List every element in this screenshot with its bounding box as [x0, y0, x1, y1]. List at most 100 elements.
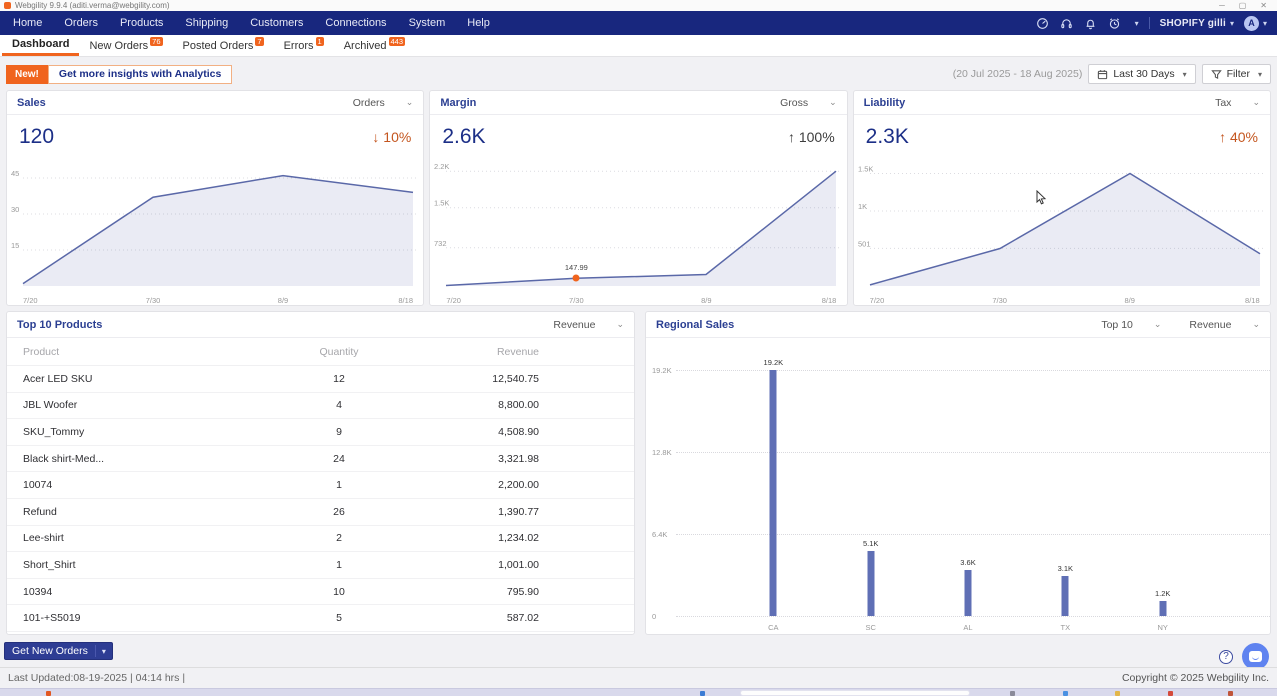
table-row[interactable]: Refund261,390.77 [7, 499, 634, 526]
bottom-row: Top 10 Products Revenue⌄ Product Quantit… [6, 311, 1271, 635]
cell-product: 10394 [23, 586, 254, 598]
cell-quantity: 2 [254, 532, 424, 544]
cell-product: Refund [23, 506, 254, 518]
tab-new-orders[interactable]: New Orders76 [79, 35, 172, 56]
cell-revenue: 1,001.00 [424, 559, 634, 571]
top-products-selector[interactable]: Revenue⌄ [553, 319, 624, 331]
taskbar-icon[interactable] [1115, 691, 1120, 696]
bar-ca[interactable] [770, 370, 777, 616]
tab-label: New Orders [89, 40, 148, 52]
svg-text:30: 30 [11, 205, 19, 214]
taskbar-icon[interactable] [1168, 691, 1173, 696]
get-new-orders-caret-icon[interactable]: ▾ [96, 647, 112, 656]
regional-sales-card: Regional Sales Top 10⌄ Revenue⌄ 19.2K12.… [645, 311, 1271, 635]
tab-archived[interactable]: Archived443 [334, 35, 415, 56]
bar-value-label: 5.1K [863, 539, 878, 548]
nav-item-customers[interactable]: Customers [239, 11, 314, 35]
top-products-title: Top 10 Products [17, 319, 102, 331]
nav-item-connections[interactable]: Connections [314, 11, 397, 35]
sales-metric-selector[interactable]: Orders⌄ [353, 97, 414, 109]
tab-badge: 443 [389, 37, 406, 46]
y-tick-label: 6.4K [652, 530, 667, 539]
nav-item-help[interactable]: Help [456, 11, 501, 35]
analytics-button[interactable]: Get more insights with Analytics [48, 65, 232, 84]
filter-button[interactable]: Filter ▾ [1202, 64, 1271, 84]
alarm-caret-icon[interactable]: ▾ [1135, 19, 1139, 28]
y-tick-label: 0 [652, 612, 656, 621]
products-table-header: Product Quantity Revenue [7, 338, 634, 366]
nav-item-shipping[interactable]: Shipping [174, 11, 239, 35]
alarm-clock-icon[interactable] [1108, 16, 1122, 30]
data-point-label: 147.99 [565, 263, 588, 272]
taskbar-icon[interactable] [700, 691, 705, 696]
taskbar-icon[interactable] [46, 691, 51, 696]
tab-errors[interactable]: Errors1 [274, 35, 334, 56]
x-tick-label: 7/20 [446, 296, 461, 305]
cell-product: 101-+S5019 [23, 612, 254, 624]
status-bar: Last Updated:08-19-2025 | 04:14 hrs | Co… [0, 667, 1277, 688]
table-row[interactable]: 1007412,200.00 [7, 472, 634, 499]
avatar[interactable]: A [1244, 16, 1259, 31]
taskbar-icon[interactable] [1010, 691, 1015, 696]
margin-metric-label: Gross [780, 97, 808, 109]
store-caret-icon[interactable]: ▾ [1230, 19, 1234, 28]
table-row[interactable]: 1039410795.90 [7, 579, 634, 606]
taskbar-search[interactable] [740, 690, 970, 696]
maximize-button[interactable]: ▢ [1239, 1, 1247, 10]
taskbar-icon[interactable] [1228, 691, 1233, 696]
window-titlebar: Webgility 9.9.4 (aditi.verma@webgility.c… [0, 0, 1277, 11]
bar-ny[interactable] [1159, 601, 1166, 616]
liability-delta: ↑ 40% [1219, 129, 1258, 145]
gauge-icon[interactable] [1036, 16, 1050, 30]
table-row[interactable]: Short_Shirt11,001.00 [7, 552, 634, 579]
nav-item-products[interactable]: Products [109, 11, 174, 35]
table-row[interactable]: JBL Woofer48,800.00 [7, 393, 634, 420]
nav-item-orders[interactable]: Orders [53, 11, 109, 35]
regional-metric-selector[interactable]: Revenue⌄ [1189, 319, 1260, 331]
bar-al[interactable] [965, 570, 972, 616]
regional-top-selector[interactable]: Top 10⌄ [1101, 319, 1161, 331]
liability-metric-selector[interactable]: Tax⌄ [1215, 97, 1260, 109]
toolbar: New! Get more insights with Analytics (2… [6, 62, 1271, 86]
bar-sc[interactable] [867, 551, 874, 616]
cell-quantity: 9 [254, 426, 424, 438]
liability-chart-plot: 1.5K1K501 [856, 158, 1268, 300]
col-revenue: Revenue [424, 346, 634, 358]
bell-icon[interactable] [1084, 16, 1098, 30]
chat-bubble-icon[interactable] [1242, 643, 1269, 670]
col-quantity: Quantity [254, 346, 424, 358]
gridline [676, 370, 1270, 371]
cell-product: 10074 [23, 479, 254, 491]
data-point-marker [573, 275, 580, 282]
table-row[interactable]: 101-+S50195587.02 [7, 605, 634, 632]
tab-dashboard[interactable]: Dashboard [2, 35, 79, 56]
cell-revenue: 1,390.77 [424, 506, 634, 518]
store-selector[interactable]: SHOPIFY gilli [1160, 18, 1226, 29]
table-row[interactable]: Acer LED SKU1212,540.75 [7, 366, 634, 393]
tab-posted-orders[interactable]: Posted Orders7 [173, 35, 274, 56]
period-selector-label: Last 30 Days [1113, 68, 1174, 80]
table-row[interactable]: SKU_Tommy94,508.90 [7, 419, 634, 446]
minimize-button[interactable]: ─ [1219, 1, 1225, 10]
margin-chart: 2.2K1.5K7327/207/308/98/18147.99 [432, 158, 844, 305]
help-icon[interactable]: ? [1219, 650, 1233, 664]
avatar-caret-icon[interactable]: ▾ [1263, 19, 1267, 28]
x-tick-label: 8/18 [822, 296, 837, 305]
x-tick-label: 8/18 [398, 296, 413, 305]
bar-tx[interactable] [1062, 576, 1069, 616]
nav-item-system[interactable]: System [398, 11, 457, 35]
period-selector[interactable]: Last 30 Days ▾ [1088, 64, 1195, 84]
margin-metric-selector[interactable]: Gross⌄ [780, 97, 837, 109]
headset-icon[interactable] [1060, 16, 1074, 30]
nav-item-home[interactable]: Home [2, 11, 53, 35]
table-row[interactable]: Black shirt-Med...243,321.98 [7, 446, 634, 473]
new-badge: New! [6, 65, 48, 84]
bar-value-label: 3.6K [960, 558, 975, 567]
windows-taskbar[interactable] [0, 688, 1277, 696]
cell-quantity: 4 [254, 399, 424, 411]
taskbar-icon[interactable] [1063, 691, 1068, 696]
webgility-logo-icon [4, 2, 11, 9]
get-new-orders-button[interactable]: Get New Orders ▾ [4, 642, 113, 660]
close-button[interactable]: ✕ [1260, 1, 1267, 10]
table-row[interactable]: Lee-shirt21,234.02 [7, 526, 634, 553]
